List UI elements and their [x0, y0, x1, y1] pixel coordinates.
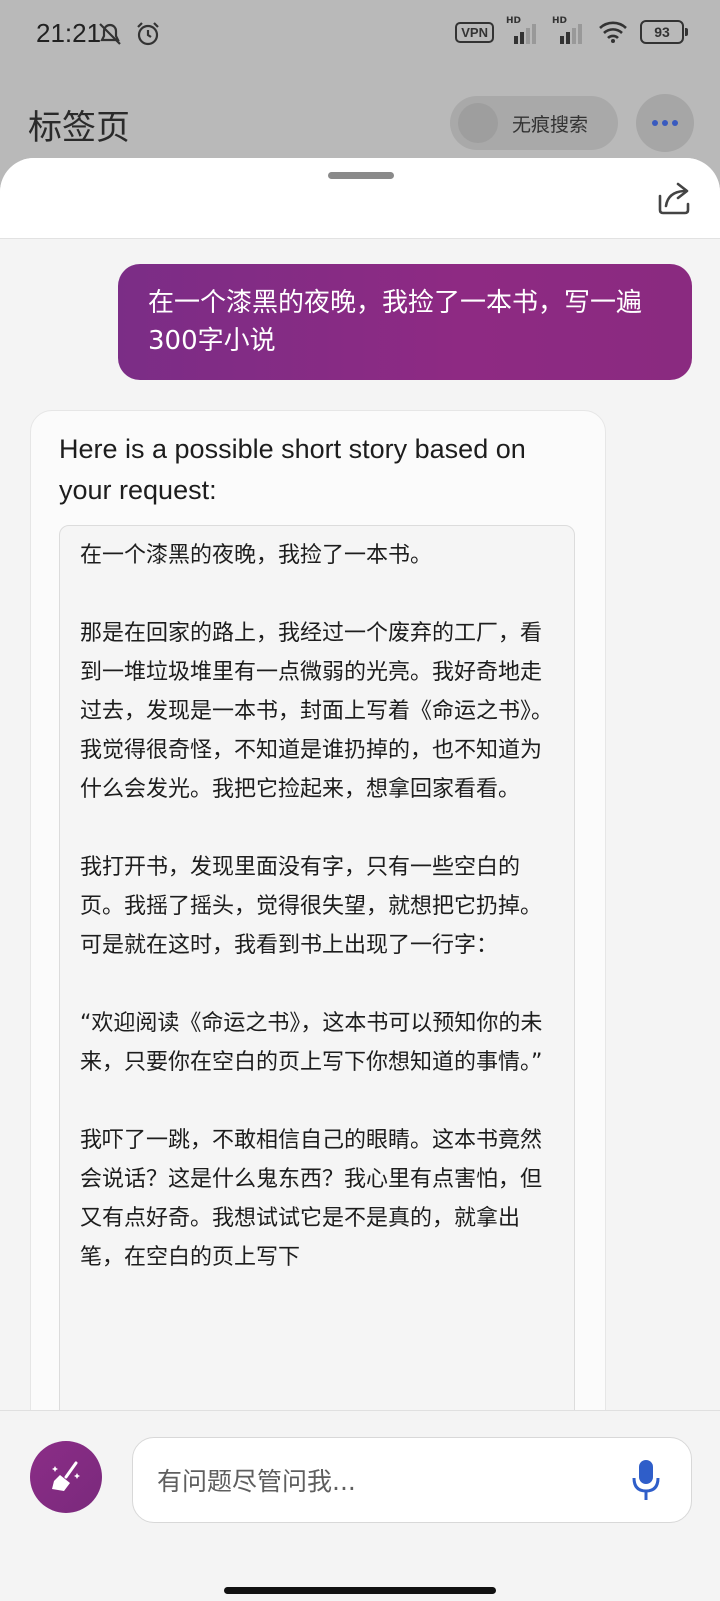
status-bar: 21:21 VPN HD HD 93	[0, 0, 720, 70]
story-paragraph: “欢迎阅读《命运之书》，这本书可以预知你的未来，只要你在空白的页上写下你想知道的…	[80, 1011, 543, 1075]
story-paragraph: 我打开书，发现里面没有字，只有一些空白的页。我摇了摇头，觉得很失望，就想把它扔掉…	[80, 855, 543, 958]
story-paragraph: 那是在回家的路上，我经过一个废弃的工厂，看到一堆垃圾堆里有一点微弱的光亮。我好奇…	[80, 621, 554, 802]
sheet-header	[0, 158, 720, 239]
more-options-button[interactable]	[636, 94, 694, 152]
status-left-icons	[96, 20, 162, 48]
story-paragraph: 在一个漆黑的夜晚，我捡了一本书。	[80, 543, 433, 568]
user-message-bubble: 在一个漆黑的夜晚，我捡了一本书，写一遍300字小说	[118, 264, 692, 380]
chat-input-placeholder: 有问题尽管问我...	[157, 1467, 356, 1496]
drag-handle[interactable]	[328, 172, 394, 179]
toggle-knob	[458, 103, 498, 143]
battery-icon: 93	[640, 20, 688, 44]
bot-intro-text: Here is a possible short story based on …	[59, 434, 526, 505]
more-icon	[652, 120, 658, 126]
tab-header: 标签页 无痕搜索	[0, 70, 720, 160]
microphone-icon[interactable]	[631, 1458, 661, 1502]
story-code-block: 在一个漆黑的夜晚，我捡了一本书。 那是在回家的路上，我经过一个废弃的工厂，看到一…	[59, 525, 575, 1527]
chat-sheet: 在一个漆黑的夜晚，我捡了一本书，写一遍300字小说 Here is a poss…	[0, 158, 720, 1600]
page-title: 标签页	[28, 108, 130, 148]
chat-input[interactable]: 有问题尽管问我...	[132, 1437, 692, 1523]
status-time: 21:21	[36, 18, 102, 48]
alarm-off-icon	[99, 23, 121, 45]
home-indicator[interactable]	[224, 1587, 496, 1594]
signal-icon: HD	[506, 16, 540, 44]
input-bar: 有问题尽管问我...	[0, 1410, 720, 1601]
private-search-label: 无痕搜索	[512, 113, 589, 136]
story-paragraph: 我吓了一跳，不敢相信自己的眼睛。这本书竟然会说话？这是什么鬼东西？我心里有点害怕…	[80, 1128, 543, 1270]
bot-response-card: Here is a possible short story based on …	[30, 410, 606, 1527]
broom-icon	[52, 1461, 80, 1491]
signal-icon: HD	[552, 16, 586, 44]
status-right-icons: VPN HD HD 93	[455, 16, 688, 44]
vpn-badge: VPN	[455, 21, 494, 43]
alarm-clock-icon	[137, 22, 159, 46]
story-text: 在一个漆黑的夜晚，我捡了一本书。 那是在回家的路上，我经过一个废弃的工厂，看到一…	[80, 536, 560, 1316]
private-search-toggle[interactable]: 无痕搜索	[450, 96, 618, 150]
new-topic-button[interactable]	[30, 1441, 102, 1513]
wifi-icon	[599, 21, 627, 43]
share-icon[interactable]	[654, 178, 694, 218]
